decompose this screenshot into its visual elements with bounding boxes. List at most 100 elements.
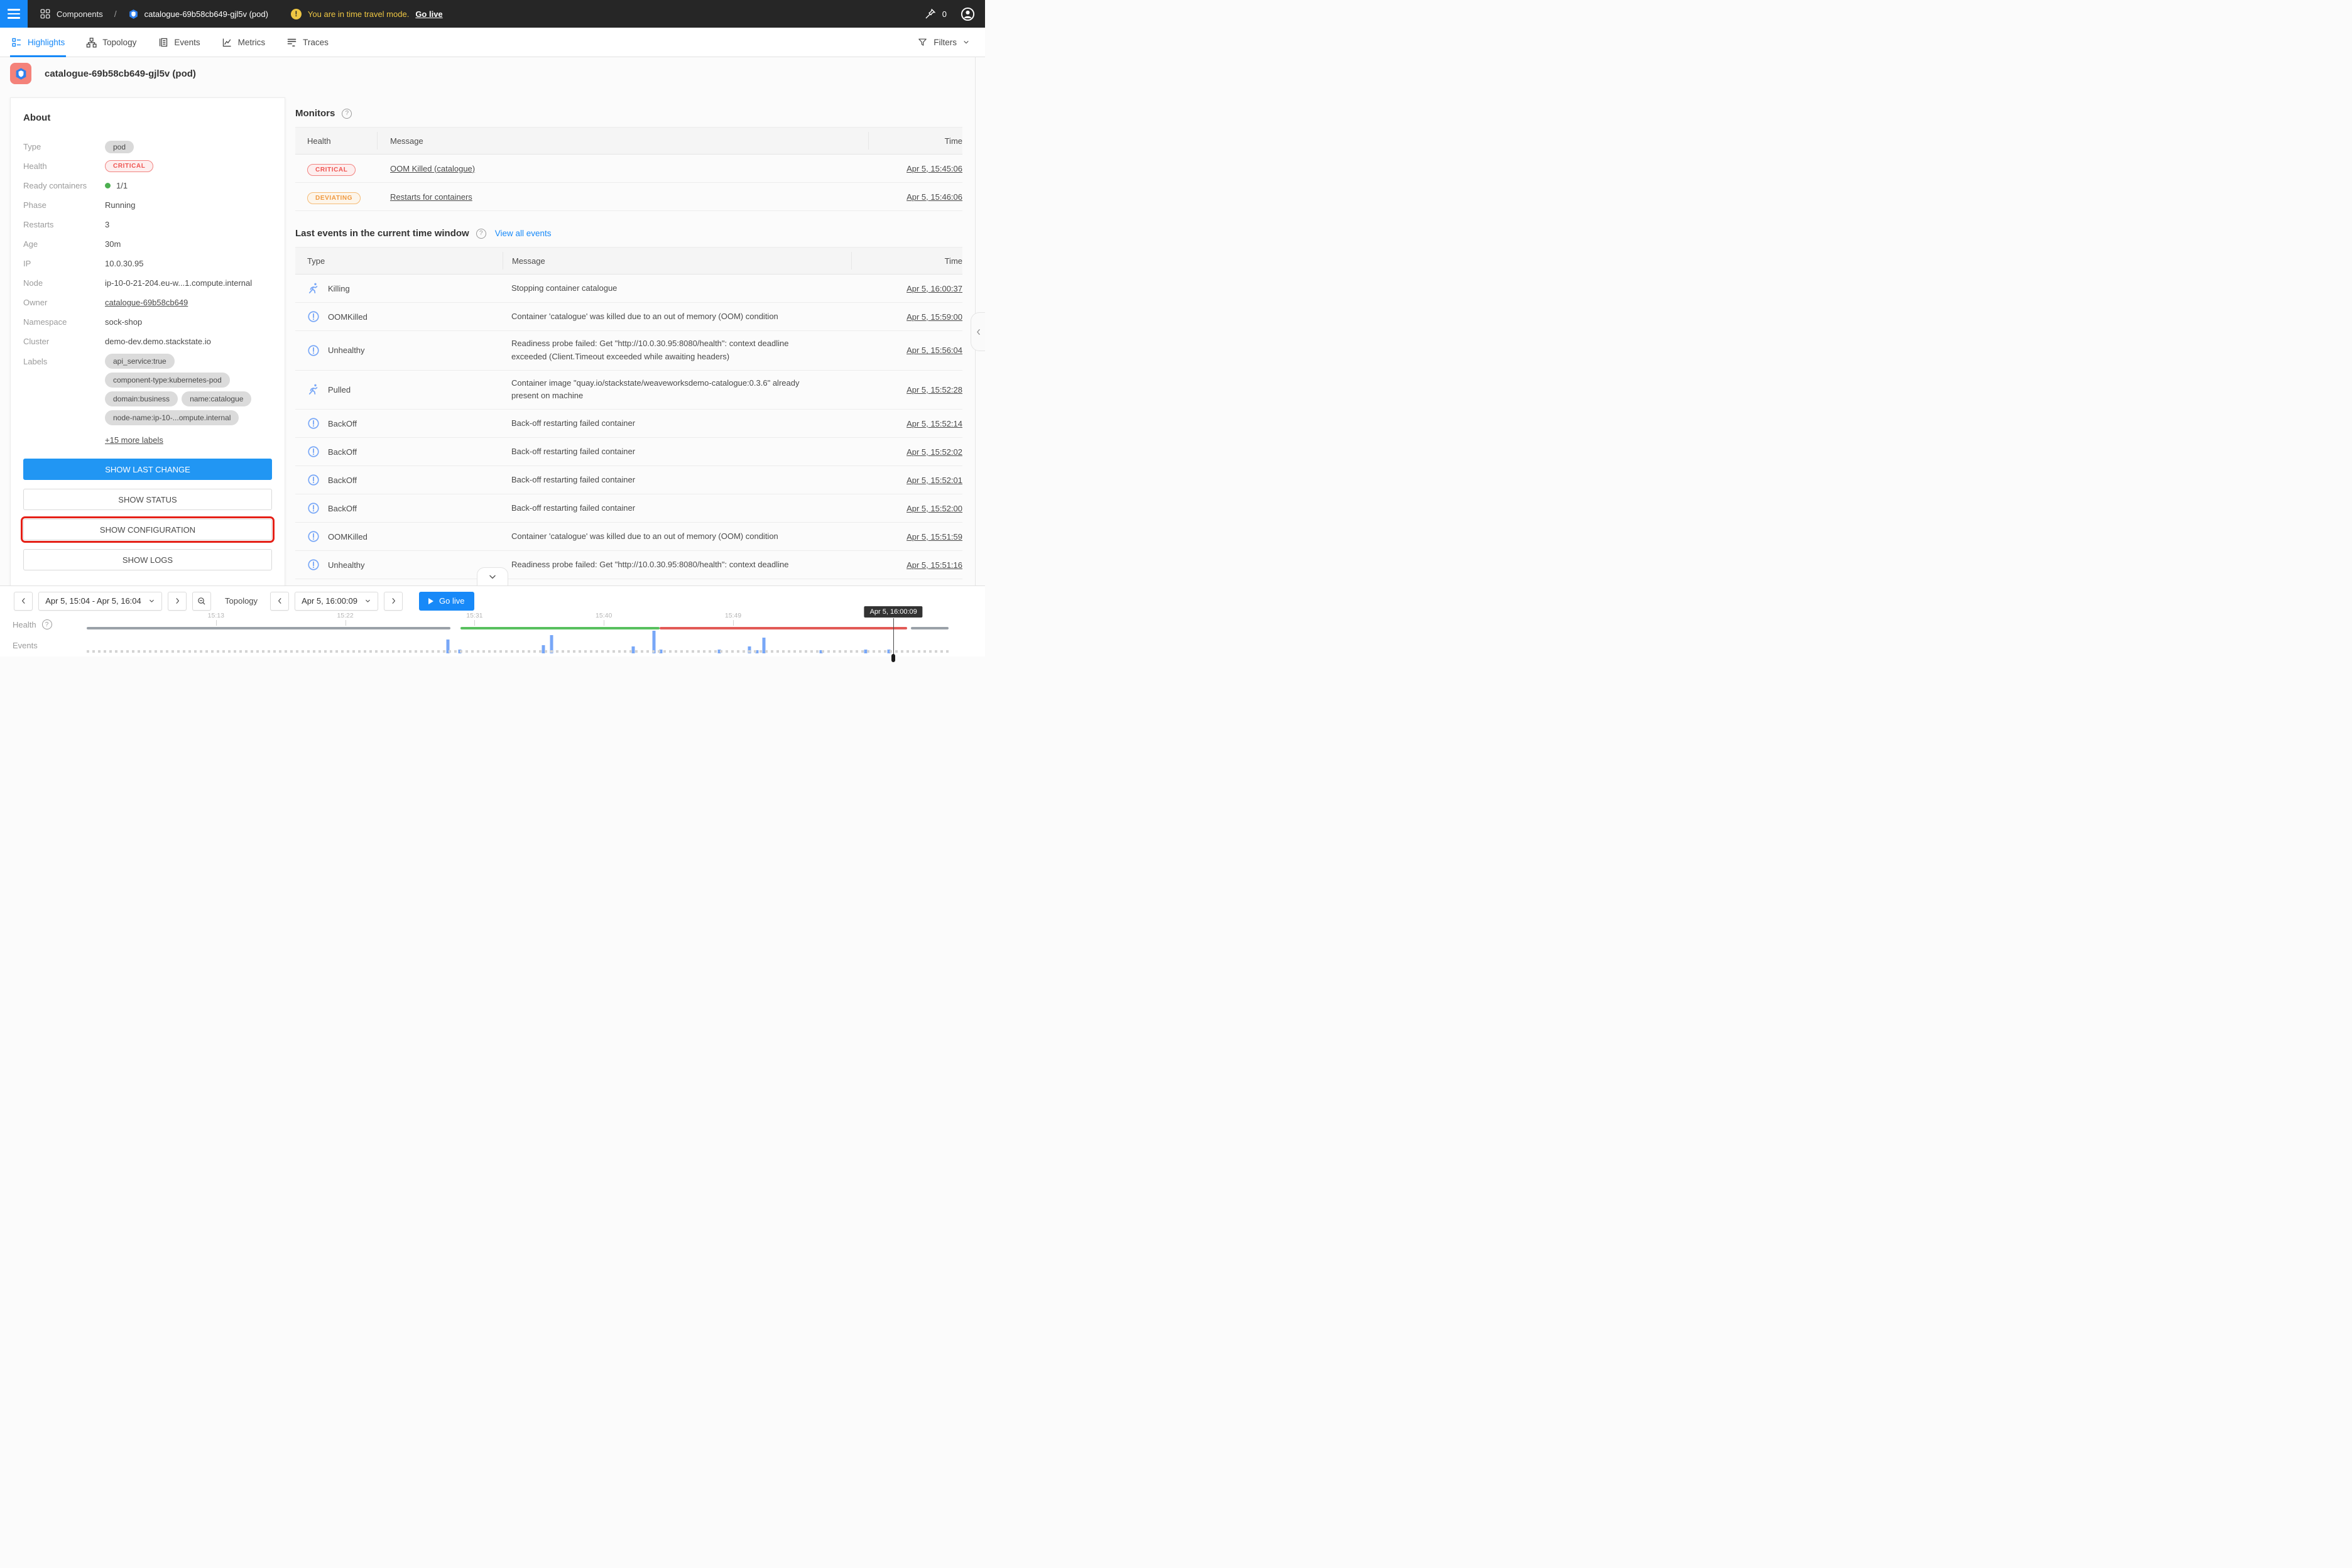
monitor-time-link[interactable]: Apr 5, 15:45:06 <box>906 164 962 173</box>
timeline-bar: Apr 5, 15:04 - Apr 5, 16:04 Topology Apr… <box>0 585 985 656</box>
events-table-body: Killing Stopping container catalogue Apr… <box>295 275 962 579</box>
pod-icon <box>128 9 139 19</box>
labels-list: api_service:true component-type:kubernete… <box>105 351 272 428</box>
owner-link[interactable]: catalogue-69b58cb649 <box>105 298 188 307</box>
collapse-panel-handle[interactable] <box>971 312 985 351</box>
event-time-link[interactable]: Apr 5, 15:52:14 <box>906 419 962 428</box>
show-status-button[interactable]: SHOW STATUS <box>23 489 272 510</box>
monitor-row: DEVIATING Restarts for containers Apr 5,… <box>295 183 962 211</box>
tab-traces-label: Traces <box>303 38 329 47</box>
health-help-icon[interactable]: ? <box>42 619 52 629</box>
tab-topology[interactable]: Topology <box>85 28 138 57</box>
about-panel: About Type pod Health CRITICAL Ready con… <box>10 97 285 587</box>
go-live-link[interactable]: Go live <box>415 9 442 19</box>
cursor-next-button[interactable] <box>384 592 403 611</box>
type-pill: pod <box>105 141 134 153</box>
event-message: Readiness probe failed: Get "http://10.0… <box>503 552 851 578</box>
cursor-time-select[interactable]: Apr 5, 16:00:09 <box>295 592 378 611</box>
monitor-message-link[interactable]: OOM Killed (catalogue) <box>390 164 475 173</box>
show-logs-button[interactable]: SHOW LOGS <box>23 549 272 570</box>
event-time-link[interactable]: Apr 5, 15:51:16 <box>906 560 962 570</box>
alert-circle-icon <box>307 417 320 430</box>
filters-button[interactable]: Filters <box>917 37 970 48</box>
cursor-prev-button[interactable] <box>270 592 289 611</box>
show-configuration-button[interactable]: SHOW CONFIGURATION <box>23 519 272 540</box>
monitors-help-icon[interactable]: ? <box>342 109 352 119</box>
range-prev-button[interactable] <box>14 592 33 611</box>
alert-circle-icon <box>307 474 320 486</box>
axis-tick-mark <box>216 620 217 626</box>
right-column: Monitors ? Health Message Time CRITICAL … <box>295 108 962 579</box>
event-message: Back-off restarting failed container <box>503 439 851 465</box>
event-time-link[interactable]: Apr 5, 15:52:00 <box>906 504 962 513</box>
monitors-table: Health Message Time CRITICAL OOM Killed … <box>295 127 962 211</box>
timeline-controls: Apr 5, 15:04 - Apr 5, 16:04 Topology Apr… <box>0 586 985 611</box>
breadcrumb-entity-label: catalogue-69b58cb649-gjl5v (pod) <box>144 9 268 19</box>
event-message: Readiness probe failed: Get "http://10.0… <box>503 331 851 370</box>
about-row-type: Type pod <box>23 137 272 156</box>
event-time-link[interactable]: Apr 5, 15:52:01 <box>906 476 962 485</box>
event-message: Back-off restarting failed container <box>503 467 851 493</box>
timeline-chart: Health ? Events Apr 5, 16:00:09 15:1315:… <box>0 611 985 656</box>
about-row-node: Node ip-10-0-21-204.eu-w...1.compute.int… <box>23 273 272 293</box>
event-type-label: Unhealthy <box>328 560 365 570</box>
cursor-tooltip: Apr 5, 16:00:09 <box>864 606 923 618</box>
zoom-out-icon[interactable] <box>192 592 211 611</box>
page-title-text: catalogue-69b58cb649-gjl5v (pod) <box>45 68 196 79</box>
ready-green-dot <box>105 183 111 188</box>
topology-cursor-label: Topology <box>225 596 258 606</box>
monitor-time-link[interactable]: Apr 5, 15:46:06 <box>906 192 962 202</box>
time-range-select[interactable]: Apr 5, 15:04 - Apr 5, 16:04 <box>38 592 162 611</box>
pod-title-icon <box>10 63 31 84</box>
breadcrumb-components[interactable]: Components <box>57 9 103 19</box>
range-next-button[interactable] <box>168 592 187 611</box>
event-message: Back-off restarting failed container <box>503 496 851 521</box>
metrics-icon <box>222 37 232 48</box>
components-grid-icon <box>40 8 51 19</box>
event-time-link[interactable]: Apr 5, 16:00:37 <box>906 284 962 293</box>
health-badge: CRITICAL <box>307 164 356 176</box>
event-type-label: BackOff <box>328 476 357 485</box>
go-live-button[interactable]: Go live <box>419 592 474 611</box>
alert-circle-icon <box>307 502 320 514</box>
main-content: catalogue-69b58cb649-gjl5v (pod) About T… <box>0 57 985 656</box>
chevron-down-icon <box>962 38 970 46</box>
alert-circle-icon <box>307 310 320 323</box>
top-bar: Components / catalogue-69b58cb649-gjl5v … <box>0 0 985 28</box>
timeline-cursor-handle[interactable] <box>893 618 894 662</box>
breadcrumb: Components / catalogue-69b58cb649-gjl5v … <box>40 8 268 19</box>
event-time-link[interactable]: Apr 5, 15:51:59 <box>906 532 962 542</box>
event-bars-layer <box>87 629 949 651</box>
about-row-namespace: Namespace sock-shop <box>23 312 272 332</box>
event-type-label: Pulled <box>328 385 351 395</box>
event-time-link[interactable]: Apr 5, 15:52:28 <box>906 385 962 395</box>
monitor-row: CRITICAL OOM Killed (catalogue) Apr 5, 1… <box>295 155 962 183</box>
events-help-icon[interactable]: ? <box>476 229 486 239</box>
breadcrumb-entity[interactable]: catalogue-69b58cb649-gjl5v (pod) <box>128 9 268 19</box>
label-pill: component-type:kubernetes-pod <box>105 373 230 388</box>
tab-events[interactable]: Events <box>156 28 201 57</box>
tab-highlights[interactable]: Highlights <box>10 28 66 57</box>
avatar[interactable] <box>961 7 975 21</box>
expand-events-button[interactable] <box>477 567 508 585</box>
event-type-label: OOMKilled <box>328 312 368 322</box>
event-time-link[interactable]: Apr 5, 15:56:04 <box>906 346 962 355</box>
label-pill: api_service:true <box>105 354 175 369</box>
monitor-message-link[interactable]: Restarts for containers <box>390 192 472 202</box>
alert-circle-icon <box>307 344 320 357</box>
hamburger-menu-button[interactable] <box>0 0 28 28</box>
tab-traces[interactable]: Traces <box>285 28 330 57</box>
alert-circle-icon <box>307 530 320 543</box>
more-labels-link[interactable]: +15 more labels <box>105 435 163 445</box>
event-time-link[interactable]: Apr 5, 15:59:00 <box>906 312 962 322</box>
event-time-link[interactable]: Apr 5, 15:52:02 <box>906 447 962 457</box>
monitors-table-body: CRITICAL OOM Killed (catalogue) Apr 5, 1… <box>295 155 962 211</box>
show-last-change-button[interactable]: SHOW LAST CHANGE <box>23 459 272 480</box>
pin-icon[interactable] <box>924 8 937 20</box>
breadcrumb-separator: / <box>114 9 117 19</box>
timeline-plot[interactable]: Apr 5, 16:00:09 15:1315:2215:3115:4015:4… <box>87 611 949 657</box>
view-all-events-link[interactable]: View all events <box>495 229 552 238</box>
time-travel-warning-text: You are in time travel mode. <box>308 9 409 19</box>
tab-metrics[interactable]: Metrics <box>220 28 267 57</box>
event-message: Back-off restarting failed container <box>503 411 851 437</box>
